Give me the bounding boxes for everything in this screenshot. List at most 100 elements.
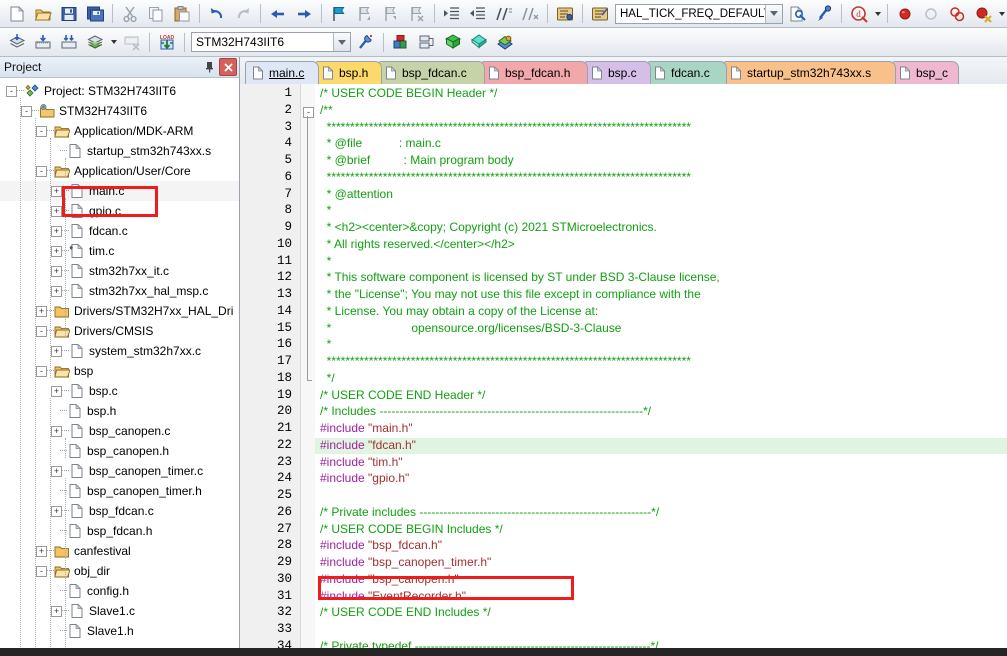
configure-tools-icon[interactable] — [812, 2, 836, 26]
tree-expander[interactable]: + — [51, 225, 62, 237]
tree-expander[interactable]: - — [21, 105, 32, 117]
code-line[interactable]: * — [320, 337, 332, 351]
code-line[interactable]: * the "License"; You may not use this fi… — [320, 287, 701, 301]
bookmark-toggle-icon[interactable] — [327, 2, 351, 26]
outdent-icon[interactable] — [466, 2, 490, 26]
comment-selection-icon[interactable] — [492, 2, 516, 26]
code-line[interactable]: ****************************************… — [320, 120, 691, 134]
code-line[interactable]: #include "bsp_canopen_timer.h" — [320, 555, 491, 569]
fold-toggle[interactable]: - — [303, 106, 314, 118]
bookmark-next-icon[interactable] — [379, 2, 403, 26]
code-line[interactable]: * License. You may obtain a copy of the … — [320, 304, 599, 318]
tree-expander[interactable]: + — [51, 265, 62, 277]
copy-icon[interactable] — [144, 2, 168, 26]
editor-tab-strip[interactable]: main.c bsp.h bsp_fdcan.c bsp_fdcan.h bsp.c fd… — [240, 57, 1007, 84]
code-line[interactable]: /* USER CODE END Header */ — [320, 388, 485, 402]
editor-tab[interactable]: fdcan.c — [647, 61, 727, 84]
tree-expander[interactable]: - — [36, 565, 47, 577]
code-line[interactable]: #include "EventRecorder.h" — [320, 589, 466, 603]
code-line[interactable]: /* Private includes --------------------… — [320, 505, 659, 519]
code-line[interactable]: #include "fdcan.h" — [320, 438, 416, 452]
editor-tab[interactable]: bsp.c — [584, 61, 651, 84]
close-icon[interactable] — [219, 58, 237, 76]
tree-expander[interactable]: + — [51, 245, 62, 257]
editor-tab[interactable]: bsp_c — [892, 61, 959, 84]
code-line[interactable]: #include "bsp_fdcan.h" — [320, 538, 442, 552]
manage-rte-icon[interactable] — [467, 30, 491, 54]
code-line[interactable]: ****************************************… — [320, 170, 691, 184]
code-line[interactable]: ****************************************… — [320, 354, 691, 368]
target-options-icon[interactable] — [354, 30, 378, 54]
batch-build-icon[interactable] — [83, 30, 107, 54]
find-in-files-icon[interactable] — [786, 2, 810, 26]
code-line[interactable]: /* USER CODE END Includes */ — [320, 605, 491, 619]
editor-tab[interactable]: bsp_fdcan.h — [481, 61, 588, 84]
undo-icon[interactable] — [205, 2, 229, 26]
save-icon[interactable] — [57, 2, 81, 26]
translate-file-icon[interactable] — [5, 30, 29, 54]
tree-expander[interactable]: + — [51, 385, 62, 397]
tree-expander[interactable]: + — [51, 285, 62, 297]
project-tree[interactable]: - Project: STM32H743IIT6- STM32H743IIT6- Ap… — [0, 78, 239, 655]
tree-expander[interactable]: + — [51, 185, 62, 197]
code-folding-column[interactable] — [301, 84, 315, 656]
code-line[interactable]: */ — [320, 371, 335, 385]
tree-expander[interactable]: + — [36, 305, 47, 317]
tree-expander[interactable]: + — [51, 345, 62, 357]
code-line[interactable]: /* USER CODE BEGIN Includes */ — [320, 522, 503, 536]
code-line[interactable]: /** — [320, 103, 333, 117]
target-select[interactable]: STM32H743IIT6 — [191, 32, 351, 52]
code-line[interactable]: #include "bsp_canopen.h" — [320, 572, 459, 586]
editor-tab-active[interactable]: main.c — [245, 61, 319, 84]
indent-icon[interactable] — [440, 2, 464, 26]
editor-tab[interactable]: bsp.h — [315, 61, 382, 84]
new-file-icon[interactable] — [5, 2, 29, 26]
editor-tab[interactable]: bsp_fdcan.c — [378, 61, 485, 84]
editor-tab[interactable]: startup_stm32h743xx.s — [723, 61, 896, 84]
code-line[interactable]: #include "tim.h" — [320, 455, 403, 469]
pin-icon[interactable] — [201, 59, 217, 75]
multi-project-icon[interactable] — [415, 30, 439, 54]
code-line[interactable]: * — [320, 254, 332, 268]
download-icon[interactable]: LOAD — [155, 30, 179, 54]
uncomment-selection-icon[interactable] — [518, 2, 542, 26]
build-target-icon[interactable] — [31, 30, 55, 54]
code-line[interactable]: * All rights reserved.</center></h2> — [320, 237, 515, 251]
navigate-back-icon[interactable] — [266, 2, 290, 26]
code-line[interactable]: * @brief : Main program body — [320, 153, 514, 167]
insert-breakpoint-icon[interactable] — [893, 2, 917, 26]
tree-expander[interactable]: - — [6, 85, 17, 97]
code-line[interactable]: * @attention — [320, 187, 393, 201]
tree-expander[interactable]: - — [36, 325, 47, 337]
bookmark-clear-icon[interactable] — [405, 2, 429, 26]
hal-symbol-combo[interactable]: HAL_TICK_FREQ_DEFAULT — [615, 3, 783, 24]
code-line[interactable]: * @file : main.c — [320, 136, 441, 150]
chevron-down-icon[interactable] — [333, 33, 350, 51]
software-packs-icon[interactable] — [493, 30, 517, 54]
manage-project-items-icon[interactable] — [389, 30, 413, 54]
navigate-forward-icon[interactable] — [292, 2, 316, 26]
breakpoint-dropdown-arrow[interactable] — [996, 4, 1007, 24]
code-line[interactable]: * opensource.org/licenses/BSD-3-Clause — [320, 321, 622, 335]
batch-build-dropdown-arrow[interactable] — [108, 32, 119, 52]
tree-item[interactable]: - Project: STM32H743IIT6 — [0, 81, 239, 101]
code-line[interactable]: * — [320, 203, 332, 217]
code-line[interactable]: /* USER CODE BEGIN Header */ — [320, 86, 497, 100]
tree-expander[interactable]: + — [51, 605, 62, 617]
code-line[interactable]: * <h2><center>&copy; Copyright (c) 2021 … — [320, 220, 657, 234]
tree-expander[interactable]: + — [51, 465, 62, 477]
tree-expander[interactable]: - — [36, 125, 47, 137]
tree-expander[interactable]: + — [51, 425, 62, 437]
rebuild-all-icon[interactable] — [57, 30, 81, 54]
tree-expander[interactable]: + — [36, 545, 47, 557]
watch-window-icon[interactable] — [553, 2, 577, 26]
kill-all-breakpoints-icon[interactable] — [971, 2, 995, 26]
tree-expander[interactable]: - — [36, 165, 47, 177]
code-line[interactable]: /* Includes ----------------------------… — [320, 404, 651, 418]
code-line[interactable]: #include "gpio.h" — [320, 471, 409, 485]
open-file-icon[interactable] — [31, 2, 55, 26]
redo-icon[interactable] — [231, 2, 255, 26]
code-view[interactable]: 1/* USER CODE BEGIN Header */2/** -3 ****… — [240, 84, 1007, 656]
tree-expander[interactable]: + — [51, 505, 62, 517]
tree-expander[interactable]: + — [51, 205, 62, 217]
